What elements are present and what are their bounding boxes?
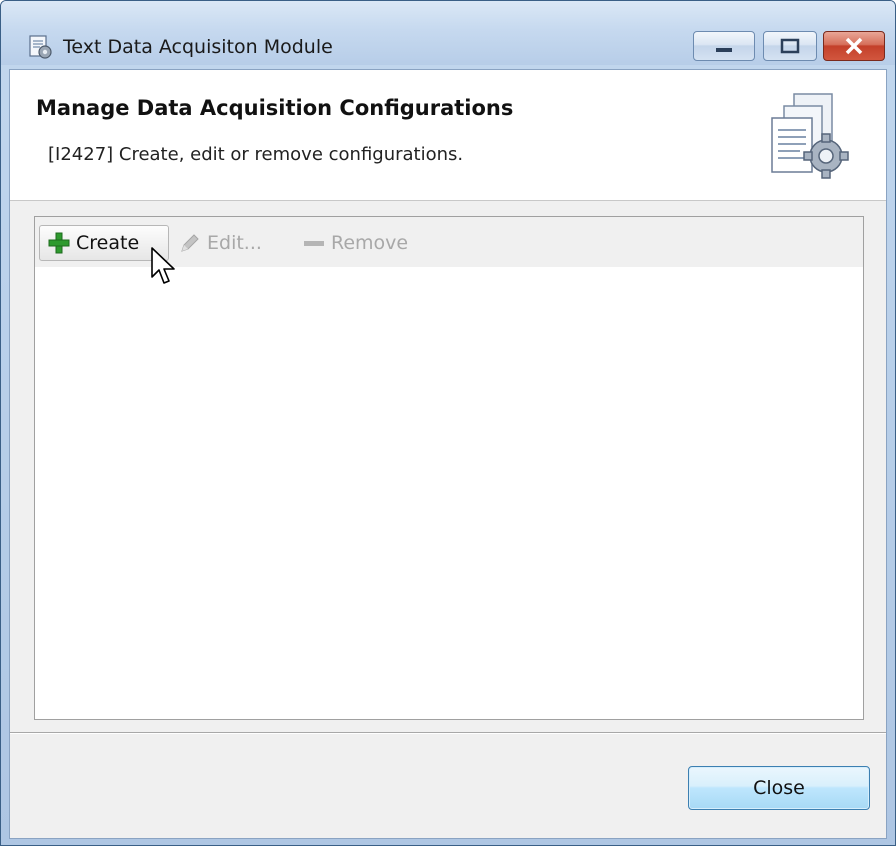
edit-button[interactable]: Edit... [171,225,291,261]
minimize-icon [716,48,732,52]
minus-icon [304,241,324,246]
footer-separator [10,732,886,734]
edit-label: Edit... [207,232,262,254]
pencil-icon [181,234,199,252]
remove-label: Remove [331,232,409,254]
close-window-button[interactable] [823,31,885,61]
configurations-panel: Create Edit... Remove [34,216,864,720]
dialog-banner: Manage Data Acquisition Configurations [… [10,70,886,201]
dialog-client-area: Manage Data Acquisition Configurations [… [9,69,887,839]
plus-icon [48,232,70,254]
app-icon [29,35,52,59]
configurations-list[interactable] [35,267,863,719]
minimize-button[interactable] [693,31,755,61]
documents-gear-icon [771,93,849,179]
page-description: [I2427] Create, edit or remove configura… [48,144,464,165]
dialog-window: Text Data Acquisiton Module Manage Data … [0,0,896,846]
close-button[interactable]: Close [688,766,870,810]
close-icon [845,37,863,55]
window-title: Text Data Acquisiton Module [63,36,333,58]
close-label: Close [753,777,805,799]
create-button[interactable]: Create [39,225,169,261]
page-title: Manage Data Acquisition Configurations [36,96,514,120]
maximize-icon [780,38,800,54]
create-label: Create [76,232,140,254]
title-bar[interactable]: Text Data Acquisiton Module [1,1,895,65]
remove-button[interactable]: Remove [295,225,435,261]
mouse-cursor-icon [151,247,175,284]
maximize-button[interactable] [763,31,817,61]
